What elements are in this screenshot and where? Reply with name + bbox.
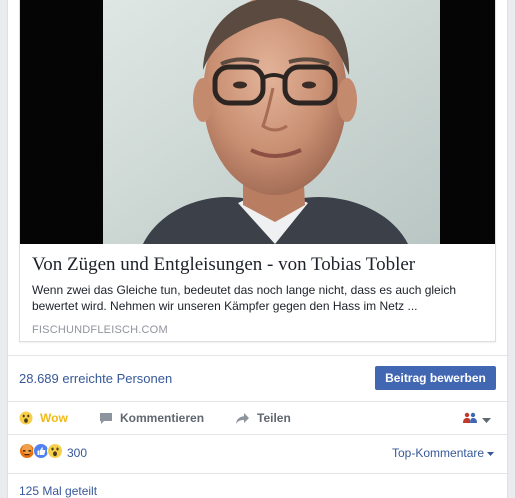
link-description: Wenn zwei das Gleiche tun, bedeutet das … (32, 283, 457, 313)
wow-reaction-button[interactable]: Wow (19, 404, 68, 432)
share-button[interactable]: Teilen (235, 404, 291, 432)
comment-icon (99, 412, 113, 425)
share-label: Teilen (257, 411, 291, 425)
reach-link[interactable]: 28.689 erreichte Personen (19, 371, 172, 386)
chevron-down-icon (487, 446, 495, 460)
action-bar: Wow Kommentieren Teilen (19, 404, 496, 432)
friends-icon (462, 411, 478, 429)
wow-icon (19, 411, 33, 425)
reaction-summary[interactable]: 300 (19, 442, 87, 464)
comment-sort-label: Top-Kommentare (392, 446, 485, 460)
divider (8, 434, 507, 435)
link-text-block[interactable]: Von Zügen und Entgleisungen - von Tobias… (20, 244, 495, 341)
divider (8, 355, 507, 356)
comment-button[interactable]: Kommentieren (99, 404, 204, 432)
divider (8, 401, 507, 402)
chevron-down-icon (482, 411, 491, 429)
link-title[interactable]: Von Zügen und Entgleisungen - von Tobias… (32, 254, 483, 276)
link-domain: FISCHUNDFLEISCH.COM (32, 324, 168, 336)
share-icon (235, 412, 250, 425)
reaction-icons (19, 442, 63, 464)
portrait-photo (103, 0, 440, 244)
audience-selector[interactable] (462, 411, 491, 429)
link-image[interactable] (20, 0, 495, 244)
wow-icon (47, 442, 63, 464)
post-card: Von Zügen und Entgleisungen - von Tobias… (7, 0, 508, 498)
reaction-count[interactable]: 300 (67, 446, 87, 460)
portrait-illustration (103, 0, 440, 244)
wow-label: Wow (40, 411, 68, 425)
comment-label: Kommentieren (120, 411, 205, 425)
divider (8, 473, 507, 474)
boost-post-button[interactable]: Beitrag bewerben (375, 366, 496, 390)
link-preview[interactable]: Von Zügen und Entgleisungen - von Tobias… (19, 0, 496, 342)
comment-sort-dropdown[interactable]: Top-Kommentare (392, 446, 495, 460)
share-count-link[interactable]: 125 Mal geteilt (19, 484, 97, 498)
